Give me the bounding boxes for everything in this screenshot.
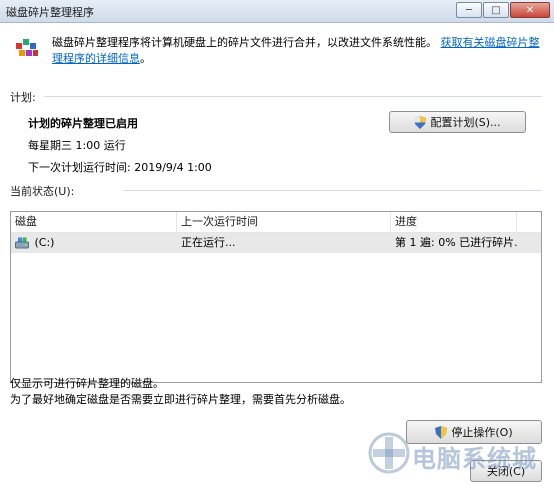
current-status-label: 当前状态(U): — [10, 185, 75, 198]
status-divider — [124, 190, 542, 191]
watermark-logo-icon — [368, 432, 410, 474]
disk-list-header: 磁盘 上一次运行时间 进度 — [11, 212, 541, 233]
maximize-button[interactable]: □ — [483, 2, 509, 18]
window-controls: ─ □ ✕ — [455, 2, 550, 18]
schedule-status: 计划的碎片整理已启用 — [28, 117, 138, 130]
window-title: 磁盘碎片整理程序 — [6, 6, 94, 19]
help-link-line2[interactable]: 序的详细信息 — [74, 52, 140, 65]
close-button[interactable]: 关闭(C) — [470, 460, 542, 482]
title-bar: 磁盘碎片整理程序 ─ □ ✕ — [0, 0, 554, 23]
cell-disk: (C:) — [11, 233, 177, 253]
minimize-button[interactable]: ─ — [456, 2, 482, 18]
note-analyze-first: 为了最好地确定磁盘是否需要立即进行碎片整理，需要首先分析磁盘。 — [10, 393, 351, 406]
cell-progress: 第 1 遍: 0% 已进行碎片... — [395, 236, 517, 249]
column-last-run[interactable]: 上一次运行时间 — [177, 212, 391, 232]
configure-schedule-label[interactable]: 配置计划(S)... — [430, 114, 500, 130]
column-disk[interactable]: 磁盘 — [11, 212, 177, 232]
close-button-label[interactable]: 关闭(C) — [487, 463, 525, 479]
description: 磁盘碎片整理程序将计算机硬盘上的碎片文件进行合并，以改进文件系统性能。 获取有关… — [52, 35, 540, 67]
uac-shield-icon — [414, 115, 427, 129]
dialog-content: 磁盘碎片整理程序将计算机硬盘上的碎片文件进行合并，以改进文件系统性能。 获取有关… — [0, 23, 554, 487]
disk-list[interactable]: 磁盘 上一次运行时间 进度 (C:) 正在运行... 第 1 遍: 0% 已进行… — [10, 211, 542, 383]
defrag-app-icon — [16, 39, 38, 56]
disk-name: (C:) — [34, 236, 55, 249]
description-suffix: 。 — [140, 52, 151, 65]
schedule-next-run: 下一次计划运行时间: 2019/9/4 1:00 — [28, 161, 212, 174]
uac-shield-icon — [435, 425, 448, 439]
defrag-window: 磁盘碎片整理程序 ─ □ ✕ 磁盘碎片整理程序将计算机硬盘上的碎片文件进行合并，… — [0, 0, 554, 487]
schedule-frequency: 每星期三 1:00 运行 — [28, 139, 126, 152]
stop-operation-label[interactable]: 停止操作(O) — [451, 424, 512, 440]
close-window-button[interactable]: ✕ — [510, 2, 550, 18]
schedule-divider — [44, 96, 542, 97]
hard-drive-icon — [15, 237, 29, 249]
configure-schedule-button[interactable]: 配置计划(S)... — [389, 111, 526, 133]
description-text: 磁盘碎片整理程序将计算机硬盘上的碎片文件进行合并，以改进文件系统性能。 — [52, 36, 437, 49]
cell-last-run: 正在运行... — [181, 236, 236, 249]
table-row[interactable]: (C:) 正在运行... 第 1 遍: 0% 已进行碎片... — [11, 233, 541, 253]
schedule-section-label: 计划: — [10, 91, 36, 104]
stop-operation-button[interactable]: 停止操作(O) — [406, 420, 542, 444]
column-progress[interactable]: 进度 — [391, 212, 517, 232]
note-defraggable-only: 仅显示可进行碎片整理的磁盘。 — [10, 377, 164, 390]
